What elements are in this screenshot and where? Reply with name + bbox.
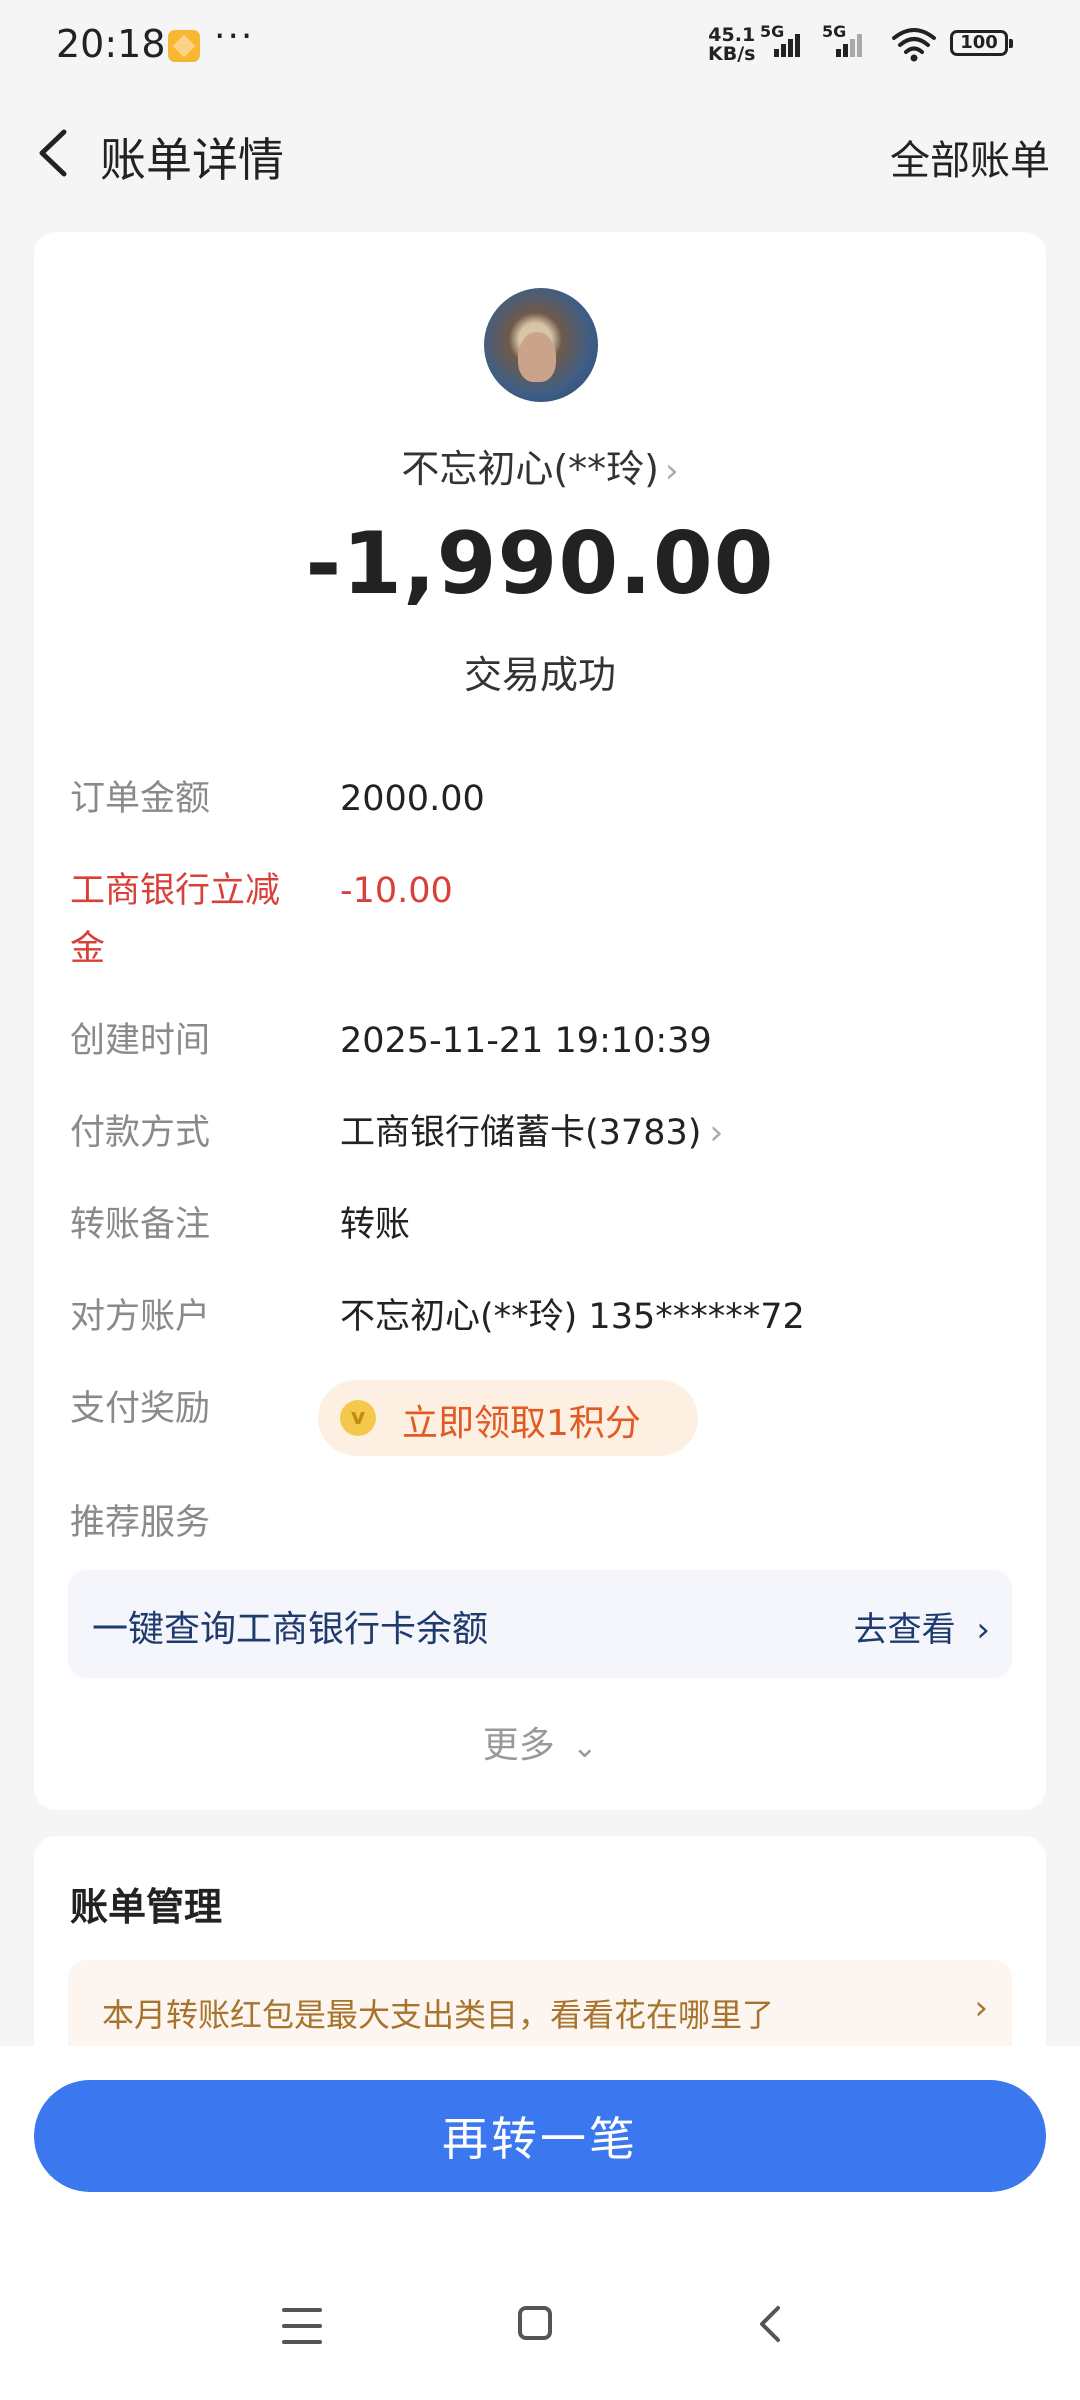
- signal-icon: 5G: [822, 22, 868, 62]
- detail-label: 支付奖励: [70, 1389, 211, 1429]
- detail-label-discount: 工商银行立减金: [70, 871, 281, 969]
- service-text: 一键查询工商银行卡余额: [92, 1609, 489, 1650]
- network-speed: 45.1 KB/s: [708, 26, 755, 64]
- page-title: 账单详情: [100, 133, 284, 187]
- detail-value: 2025-11-21 19:10:39: [340, 1021, 712, 1061]
- coin-icon: v: [340, 1400, 376, 1436]
- avatar[interactable]: [484, 288, 598, 402]
- bill-management-card: 账单管理 本月转账红包是最大支出类目，看看花在哪里了 ›: [34, 1836, 1046, 2076]
- wifi-icon: [892, 28, 936, 62]
- detail-label: 订单金额: [70, 779, 211, 819]
- system-nav-bar: [0, 2282, 1080, 2382]
- claim-points-button[interactable]: v 立即领取1积分: [318, 1380, 698, 1456]
- more-button[interactable]: 更多 ⌄: [34, 1716, 1046, 1768]
- more-label: 更多: [482, 1725, 555, 1766]
- transfer-again-button[interactable]: 再转一笔: [34, 2080, 1046, 2192]
- bottom-area: 再转一笔: [0, 2046, 1080, 2400]
- battery-icon: 100: [950, 30, 1013, 56]
- detail-value: 2000.00: [340, 779, 485, 819]
- home-icon[interactable]: [518, 2306, 552, 2340]
- chevron-right-icon: ›: [976, 1610, 990, 1650]
- menu-icon[interactable]: [282, 2308, 322, 2344]
- claim-points-label: 立即领取1积分: [402, 1403, 641, 1444]
- detail-label: 推荐服务: [70, 1503, 211, 1543]
- bill-management-title: 账单管理: [70, 1885, 223, 1929]
- service-action-label: 去查看: [853, 1610, 956, 1650]
- payment-method-value: 工商银行储蓄卡(3783): [340, 1113, 702, 1153]
- back-icon[interactable]: [750, 2302, 790, 2346]
- recommended-service[interactable]: 一键查询工商银行卡余额 去查看 ›: [68, 1570, 1012, 1678]
- transaction-card: 不忘初心(**玲) › -1,990.00 交易成功 订单金额 2000.00 工…: [34, 232, 1046, 1810]
- detail-label: 转账备注: [70, 1205, 211, 1245]
- notification-app-icon: [168, 30, 200, 62]
- status-time: 20:18: [56, 22, 166, 66]
- detail-label: 创建时间: [70, 1021, 211, 1061]
- spending-tip-text: 本月转账红包是最大支出类目，看看花在哪里了: [102, 1996, 775, 2034]
- chevron-right-icon: ›: [665, 451, 679, 491]
- back-arrow-icon[interactable]: [28, 122, 78, 184]
- chevron-right-icon: ›: [709, 1113, 724, 1153]
- chevron-down-icon: ⌄: [572, 1730, 598, 1765]
- service-action[interactable]: 去查看 ›: [854, 1602, 990, 1651]
- payment-method[interactable]: 工商银行储蓄卡(3783) ›: [340, 1104, 1020, 1162]
- detail-label: 付款方式: [70, 1113, 211, 1153]
- status-bar: 20:18 ··· 45.1 KB/s 5G 5G 100: [0, 0, 1080, 90]
- all-bills-link[interactable]: 全部账单: [890, 128, 1050, 186]
- chevron-right-icon: ›: [974, 1988, 988, 2028]
- more-notifications-icon: ···: [214, 16, 255, 57]
- detail-label: 对方账户: [70, 1297, 211, 1337]
- transaction-amount: -1,990.00: [305, 514, 775, 614]
- payee-name: 不忘初心(**玲): [401, 447, 660, 491]
- detail-value-discount: -10.00: [340, 871, 453, 911]
- payee-name-row[interactable]: 不忘初心(**玲) ›: [34, 438, 1046, 493]
- detail-value: 转账: [340, 1205, 411, 1245]
- network-speed-unit: KB/s: [708, 43, 756, 65]
- signal-icon: 5G: [760, 22, 806, 62]
- header: 账单详情 全部账单: [0, 100, 1080, 210]
- detail-value: 不忘初心(**玲) 135******72: [340, 1297, 805, 1337]
- transaction-status: 交易成功: [463, 653, 616, 697]
